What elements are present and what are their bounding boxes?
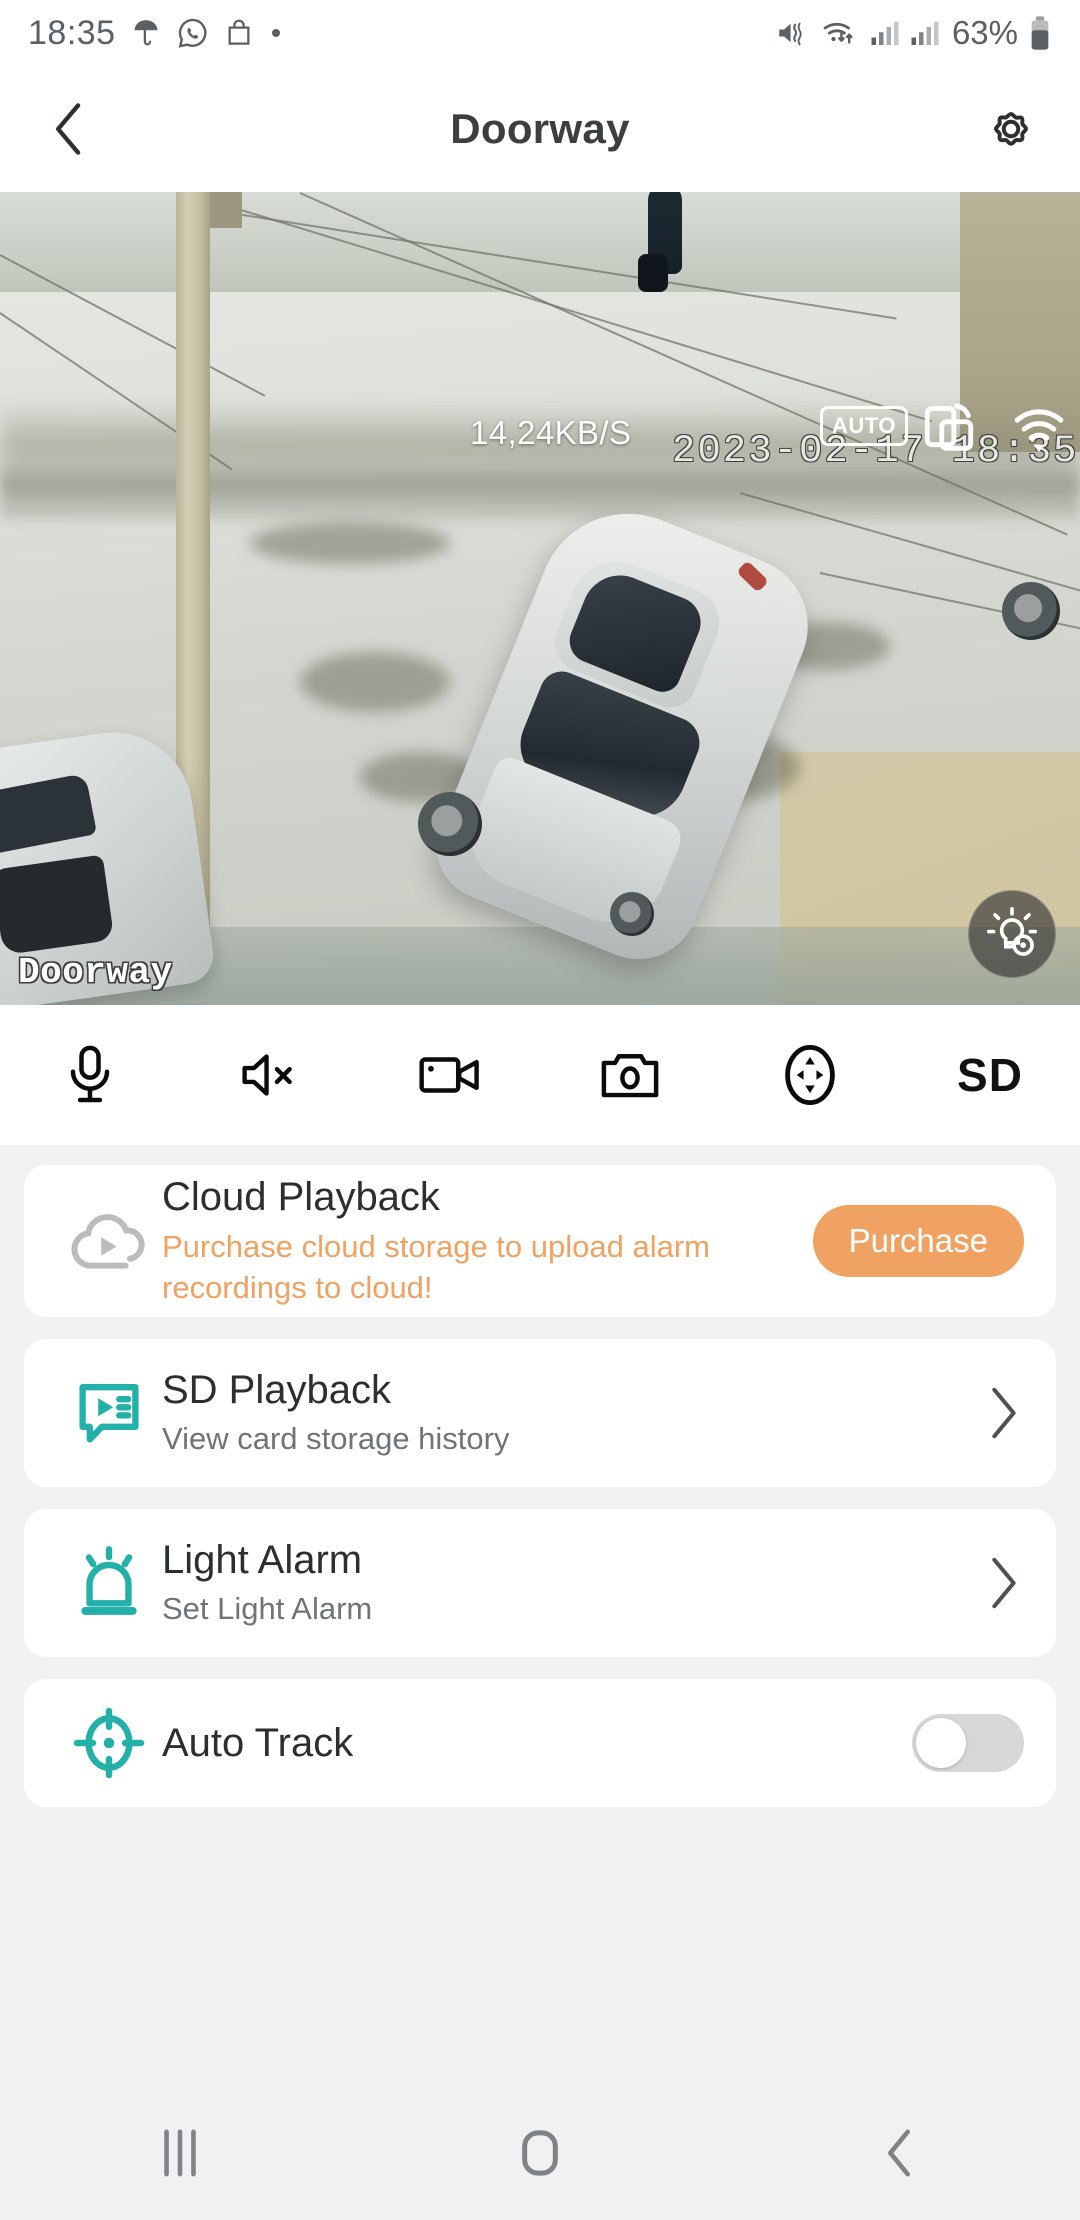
home-icon: [522, 2129, 558, 2176]
car-window: [0, 772, 98, 857]
snapshot-button[interactable]: [540, 1005, 720, 1145]
car-taillight: [736, 560, 769, 593]
settings-button[interactable]: [976, 94, 1046, 164]
cloud-playback-text: Cloud Playback Purchase cloud storage to…: [162, 1173, 813, 1309]
auto-mode-badge[interactable]: AUTO: [820, 406, 908, 446]
auto-track-title: Auto Track: [162, 1720, 354, 1765]
sd-playback-subtitle: View card storage history: [162, 1421, 510, 1457]
wifi-icon: [823, 22, 853, 44]
light-alarm-subtitle: Set Light Alarm: [162, 1591, 373, 1627]
dot-icon: [271, 29, 280, 37]
cloud-playback-subtitle: Purchase cloud storage to upload alarm r…: [162, 1228, 710, 1305]
video-camera-icon: [419, 1057, 479, 1093]
auto-track-card[interactable]: Auto Track: [24, 1679, 1056, 1807]
app-screen: 18:35 63% Doorway 14,24KB/S 2023-02-17 1…: [0, 0, 1080, 2220]
status-bar-clock: 18:35: [28, 13, 116, 52]
battery-percent-label: 63%: [951, 14, 1018, 51]
microphone-icon: [70, 1045, 110, 1103]
chevron-left-icon: [55, 103, 81, 155]
back-icon: [888, 2129, 910, 2176]
car-wheel: [610, 892, 654, 936]
sd-playback-title: SD Playback: [162, 1367, 391, 1412]
cloud-play-icon: [56, 1206, 162, 1276]
ptz-control-button[interactable]: [720, 1005, 900, 1145]
live-video-view[interactable]: 14,24KB/S 2023-02-17 18:35:52 AUTO Doorw…: [0, 192, 1080, 1005]
sd-playback-chevron[interactable]: [984, 1386, 1024, 1440]
speaker-muted-icon: [242, 1054, 292, 1096]
camera-name-overlay: Doorway: [18, 952, 173, 993]
status-bar-right: 63%: [774, 14, 1052, 52]
sd-playback-icon: [56, 1377, 162, 1449]
signal-icon-2: [911, 21, 939, 45]
quality-button[interactable]: SD: [900, 1005, 1080, 1145]
car-wheel: [418, 792, 482, 856]
wifi-signal-icon: [1012, 406, 1066, 459]
auto-track-toggle[interactable]: [912, 1714, 1024, 1772]
light-alarm-card[interactable]: Light Alarm Set Light Alarm: [24, 1509, 1056, 1657]
status-bar: 18:35 63%: [0, 0, 1080, 66]
signal-icon-1: [871, 21, 899, 45]
gear-icon: [994, 112, 1028, 146]
back-button-nav[interactable]: [720, 2085, 1080, 2220]
android-nav-bar: [0, 2085, 1080, 2220]
cloud-playback-card[interactable]: Cloud Playback Purchase cloud storage to…: [24, 1165, 1056, 1317]
pedestrian-bag: [638, 254, 668, 292]
recents-button[interactable]: [0, 2085, 360, 2220]
microphone-button[interactable]: [0, 1005, 180, 1145]
recents-icon: [164, 2129, 196, 2176]
battery-icon: [1031, 16, 1049, 50]
quality-label: SD: [957, 1049, 1023, 1101]
light-alarm-title: Light Alarm: [162, 1537, 363, 1582]
car-wheel: [1002, 582, 1060, 640]
light-alarm-chevron[interactable]: [984, 1556, 1024, 1610]
siren-icon: [56, 1545, 162, 1621]
screen-rotate-icon[interactable]: [920, 400, 978, 463]
sd-playback-text: SD Playback View card storage history: [162, 1366, 984, 1461]
purchase-button[interactable]: Purchase: [812, 1205, 1024, 1277]
toggle-knob: [916, 1718, 966, 1768]
video-frame: [0, 192, 1080, 1005]
dirt-patch: [250, 522, 450, 564]
back-button[interactable]: [34, 94, 104, 164]
chevron-right-icon: [992, 1387, 1016, 1439]
status-bar-left: 18:35: [28, 14, 284, 53]
dirt-patch: [300, 652, 450, 712]
video-control-toolbar: SD: [0, 1005, 1080, 1145]
record-video-button[interactable]: [360, 1005, 540, 1145]
car-window: [0, 854, 115, 956]
ptz-direction-icon: [785, 1044, 835, 1106]
crosshair-target-icon: [56, 1706, 162, 1780]
home-button[interactable]: [360, 2085, 720, 2220]
mute-icon: [779, 22, 802, 46]
light-alarm-text: Light Alarm Set Light Alarm: [162, 1536, 984, 1631]
camera-icon: [601, 1054, 659, 1098]
umbrella-icon: [134, 20, 157, 46]
light-settings-icon: [986, 907, 1038, 956]
cloud-playback-title: Cloud Playback: [162, 1175, 440, 1220]
shopping-bag-icon: [228, 19, 250, 45]
app-title-bar: Doorway: [0, 66, 1080, 192]
chevron-right-icon: [992, 1557, 1016, 1609]
page-title: Doorway: [450, 105, 630, 152]
whatsapp-icon: [178, 18, 207, 48]
light-settings-button[interactable]: [968, 890, 1056, 978]
speaker-mute-button[interactable]: [180, 1005, 360, 1145]
feature-card-list: Cloud Playback Purchase cloud storage to…: [0, 1145, 1080, 1807]
bitrate-overlay: 14,24KB/S: [470, 414, 632, 451]
sd-playback-card[interactable]: SD Playback View card storage history: [24, 1339, 1056, 1487]
